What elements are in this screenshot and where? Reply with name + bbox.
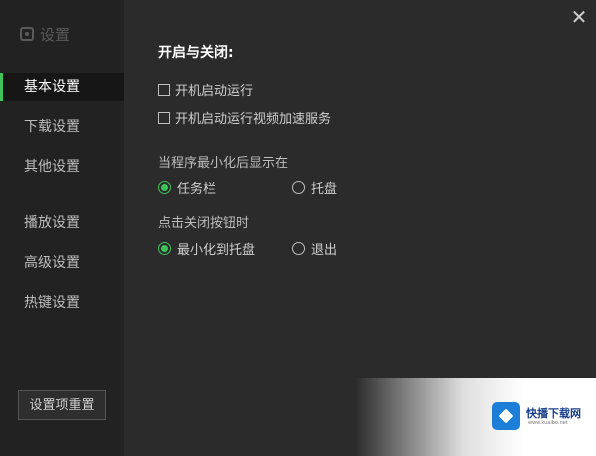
autostart-label: 开机启动运行 [175, 84, 254, 99]
close-exit-label: 退出 [311, 243, 338, 258]
sidebar-item-download[interactable]: 下载设置 [0, 113, 124, 141]
sidebar-item-basic[interactable]: 基本设置 [0, 73, 124, 101]
sidebar-item-advanced[interactable]: 高级设置 [0, 249, 124, 277]
settings-gear-icon [20, 27, 34, 41]
watermark-subtext: www.kuaibo.net [528, 420, 568, 426]
sidebar: 设置 基本设置 下载设置 其他设置 播放设置 高级设置 热键设置 设置项重置 [0, 0, 124, 456]
video-accel-checkbox-row[interactable]: 开机启动运行视频加速服务 [158, 108, 331, 127]
window-title: 设置 [20, 24, 70, 44]
watermark-text: 快播下载网 [526, 407, 581, 420]
sidebar-item-other[interactable]: 其他设置 [0, 153, 124, 181]
close-to-tray-radio[interactable] [158, 242, 171, 255]
window-title-text: 设置 [40, 25, 71, 44]
sidebar-item-playback[interactable]: 播放设置 [0, 209, 124, 237]
sidebar-item-hotkeys[interactable]: 热键设置 [0, 289, 124, 317]
video-accel-checkbox[interactable] [158, 111, 170, 124]
close-behavior-label: 点击关闭按钮时 [158, 216, 250, 231]
watermark-logo-icon [492, 402, 520, 430]
autostart-checkbox-row[interactable]: 开机启动运行 [158, 80, 253, 99]
autostart-checkbox[interactable] [158, 83, 170, 96]
close-icon[interactable]: ✕ [568, 6, 590, 28]
minimize-tray-radio[interactable] [292, 181, 305, 194]
minimize-label: 当程序最小化后显示在 [158, 156, 289, 171]
reset-settings-button[interactable]: 设置项重置 [18, 390, 106, 420]
minimize-taskbar-radio-row[interactable]: 任务栏 [158, 178, 216, 197]
section-title: 开启与关闭: [158, 45, 234, 61]
close-exit-radio-row[interactable]: 退出 [292, 239, 337, 258]
minimize-tray-radio-row[interactable]: 托盘 [292, 178, 337, 197]
video-accel-label: 开机启动运行视频加速服务 [175, 112, 332, 127]
minimize-tray-label: 托盘 [311, 182, 338, 197]
close-to-tray-label: 最小化到托盘 [177, 243, 256, 258]
minimize-taskbar-label: 任务栏 [177, 182, 217, 197]
close-exit-radio[interactable] [292, 242, 305, 255]
close-to-tray-radio-row[interactable]: 最小化到托盘 [158, 239, 255, 258]
minimize-taskbar-radio[interactable] [158, 181, 171, 194]
